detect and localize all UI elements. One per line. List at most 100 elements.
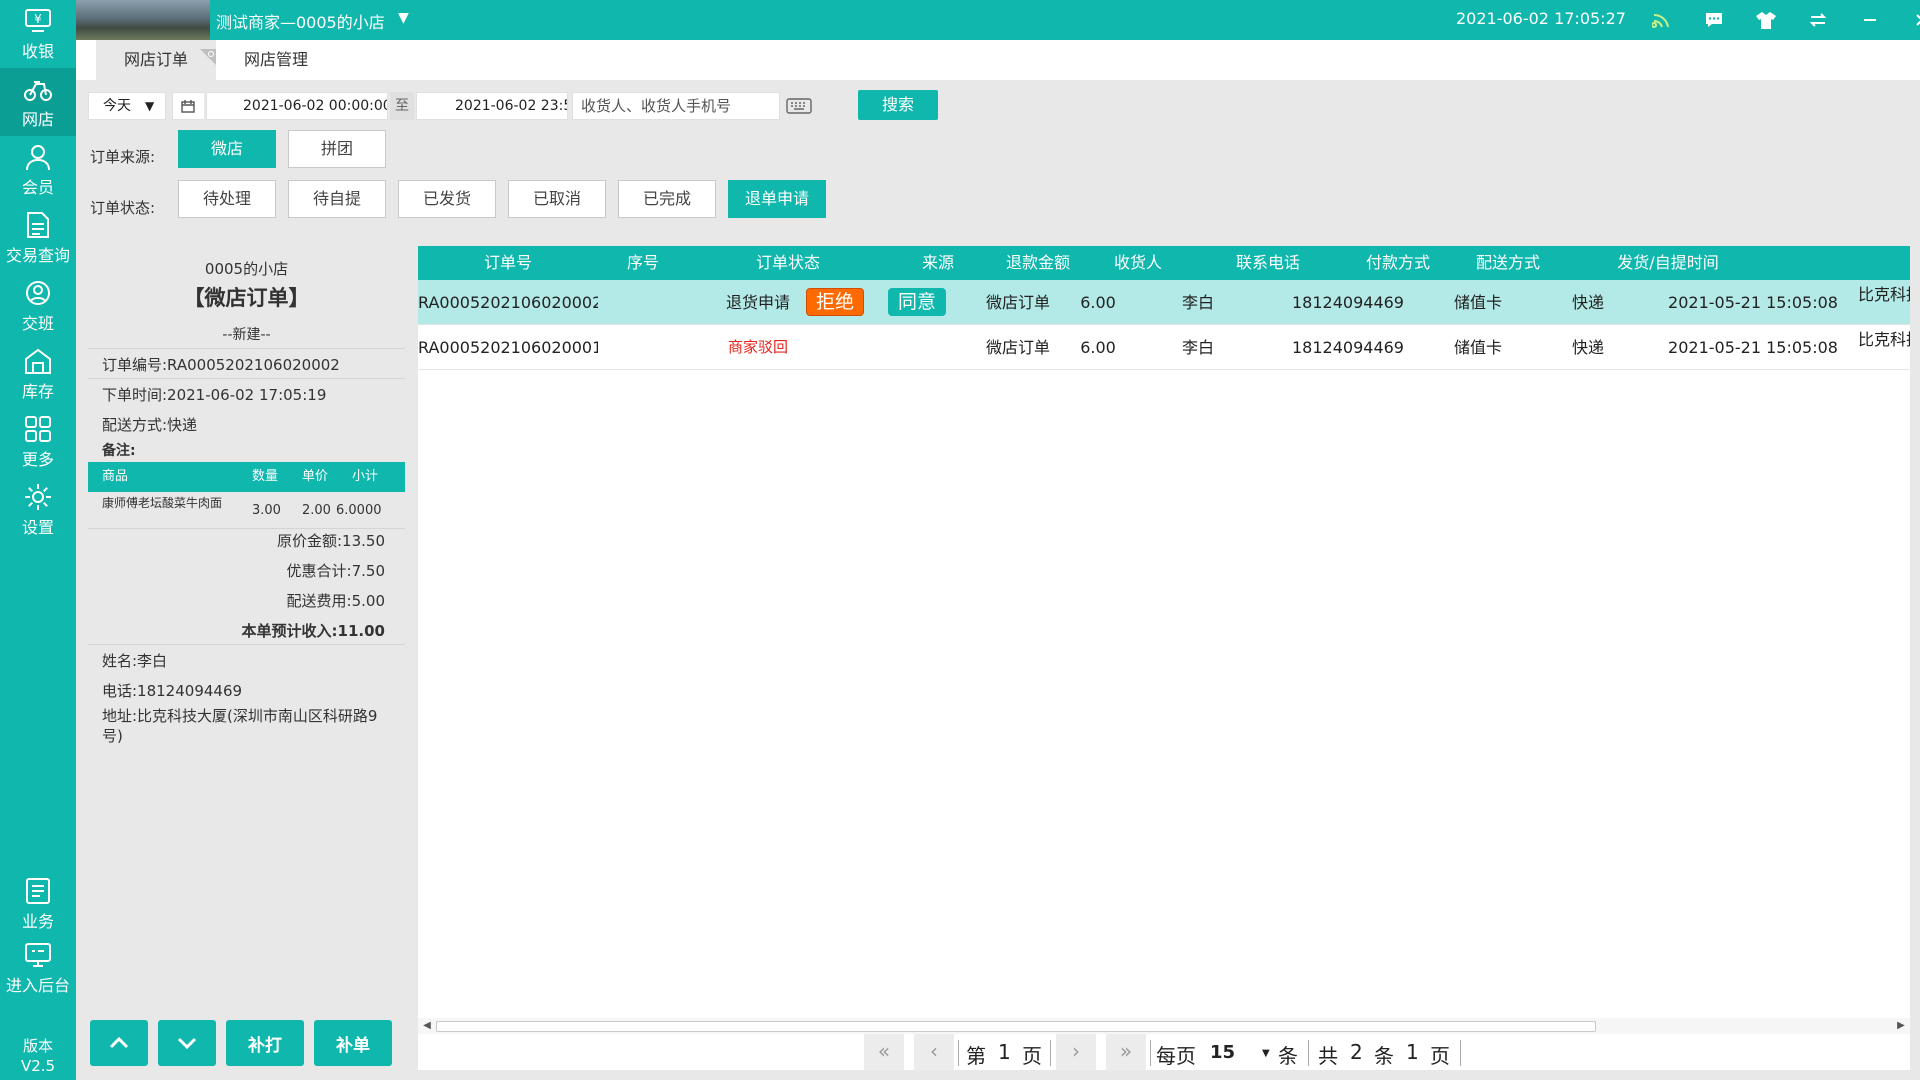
rail-item-member[interactable]: 会员	[0, 136, 76, 204]
rail-item-settings[interactable]: 设置	[0, 476, 76, 544]
reject-button[interactable]: 拒绝	[806, 288, 864, 316]
scroll-left-icon[interactable]: ◀	[420, 1018, 434, 1034]
table-row[interactable]: RA0005202106020001 商家驳回 微店订单 6.00 李白 181…	[418, 325, 1910, 370]
expected-income: 本单预计收入:11.00	[241, 622, 385, 640]
status-chip-completed[interactable]: 已完成	[618, 180, 716, 218]
divider	[88, 378, 405, 379]
divider	[1308, 1040, 1309, 1066]
shop-banner-thumbnail	[76, 0, 210, 40]
message-icon[interactable]	[1688, 0, 1740, 40]
scroll-right-icon[interactable]: ▶	[1894, 1018, 1908, 1034]
version-number: V2.5	[20, 1057, 56, 1075]
col-seq: 序号	[626, 253, 659, 272]
tab-bar: 网店订单 网店管理	[76, 40, 1920, 80]
goods-name: 康师傅老坛酸菜牛肉面	[102, 496, 223, 510]
receiver-address: 地址:比克科技大厦(深圳市南山区科研路9号)	[102, 707, 378, 745]
agree-button[interactable]: 同意	[888, 288, 946, 316]
chevron-down-icon[interactable]: ▼	[1262, 1048, 1270, 1059]
source-chip-group-buy[interactable]: 拼团	[288, 130, 386, 168]
per-page-select[interactable]: 15	[1210, 1042, 1235, 1063]
network-signal-icon[interactable]	[1636, 0, 1688, 40]
divider	[1460, 1040, 1461, 1066]
inventory-icon	[22, 346, 54, 376]
scroll-up-button[interactable]	[90, 1020, 148, 1066]
tab-online-orders[interactable]: 网店订单	[96, 40, 216, 80]
close-icon[interactable]	[1896, 0, 1920, 40]
goods-row: 康师傅老坛酸菜牛肉面 3.00 2.00 6.0000	[88, 492, 405, 528]
rail-item-inventory[interactable]: 库存	[0, 340, 76, 408]
current-page[interactable]: 1	[998, 1040, 1011, 1064]
rail-item-cashier[interactable]: ¥ 收银	[0, 0, 76, 68]
rail-item-online-store[interactable]: 网店	[0, 68, 76, 136]
next-page-button[interactable]: ›	[1056, 1034, 1096, 1070]
period-value: 今天	[103, 98, 131, 114]
rail-item-shift[interactable]: 交班	[0, 272, 76, 340]
status-chip-pending[interactable]: 待处理	[178, 180, 276, 218]
cell-receiver: 李白	[1181, 293, 1214, 312]
goods-subtotal: 6.0000	[336, 503, 382, 518]
member-icon	[22, 142, 54, 172]
shop-switch-caret-icon[interactable]: ▼	[398, 10, 409, 26]
start-date-value: 2021-06-02 00:00:00	[243, 98, 388, 114]
start-date-input[interactable]: 2021-06-02 00:00:00	[206, 92, 388, 120]
order-table: 订单号 序号 订单状态 来源 退款金额 收货人 联系电话 付款方式 配送方式 发…	[418, 246, 1910, 1070]
rail-label: 更多	[21, 450, 54, 469]
goods-col-qty: 数量	[252, 469, 279, 484]
divider	[88, 348, 405, 349]
source-chip-weidian[interactable]: 微店	[178, 130, 276, 168]
scrollbar-thumb[interactable]	[436, 1021, 1596, 1032]
per-page-label: 每页	[1156, 1044, 1196, 1068]
delivery-fee: 配送费用:5.00	[286, 592, 385, 610]
reprint-button[interactable]: 补打	[226, 1020, 304, 1066]
table-row[interactable]: RA0005202106020002 退货申请 拒绝 同意 微店订单 6.00 …	[418, 280, 1910, 325]
skin-shirt-icon[interactable]	[1740, 0, 1792, 40]
detail-order-no: 订单编号:RA0005202106020002	[102, 356, 340, 374]
divider	[88, 644, 405, 645]
rail-label: 网店	[21, 110, 54, 129]
tab-online-store-management[interactable]: 网店管理	[216, 40, 336, 80]
version-info: 版本 V2.5	[0, 1036, 76, 1076]
first-page-button[interactable]: «	[864, 1034, 904, 1070]
last-page-button[interactable]: »	[1106, 1034, 1146, 1070]
transaction-icon	[22, 210, 54, 240]
per-page-unit: 条	[1278, 1044, 1298, 1068]
status-chip-awaiting-pickup[interactable]: 待自提	[288, 180, 386, 218]
resupply-button[interactable]: 补单	[314, 1020, 392, 1066]
scroll-down-button[interactable]	[158, 1020, 216, 1066]
cell-time: 2021-05-21 15:05:08	[1668, 293, 1838, 312]
col-receiver: 收货人	[1113, 253, 1162, 272]
rail-item-transactions[interactable]: 交易查询	[0, 204, 76, 272]
col-source: 来源	[921, 253, 954, 272]
total-count: 2	[1350, 1040, 1363, 1064]
prev-page-button[interactable]: ‹	[914, 1034, 954, 1070]
detail-status: --新建--	[222, 327, 271, 343]
period-select[interactable]: 今天 ▼	[88, 92, 166, 120]
rail-label: 设置	[21, 518, 54, 537]
status-chip-refund-request[interactable]: 退单申请	[728, 180, 826, 218]
horizontal-scrollbar[interactable]: ◀ ▶	[418, 1018, 1910, 1034]
clock: 2021-06-02 17:05:27	[1456, 9, 1626, 28]
settings-icon	[22, 482, 54, 512]
end-date-input[interactable]: 2021-06-02 23:59	[416, 92, 568, 120]
rail-item-business[interactable]: 业务	[0, 870, 76, 938]
cell-time: 2021-05-21 15:05:08	[1668, 338, 1838, 357]
sync-icon[interactable]	[1792, 0, 1844, 40]
tab-corner-icon	[200, 40, 216, 65]
keyword-input[interactable]: 收货人、收货人手机号	[572, 92, 780, 120]
to-label: 至	[395, 98, 409, 114]
cell-status: 退货申请	[725, 293, 790, 312]
divider	[958, 1040, 959, 1066]
rail-label: 业务	[21, 912, 54, 931]
rail-item-more[interactable]: 更多	[0, 408, 76, 476]
minimize-icon[interactable]	[1844, 0, 1896, 40]
status-chip-shipped[interactable]: 已发货	[398, 180, 496, 218]
rail-item-backend[interactable]: 进入后台	[0, 934, 76, 1002]
rail-label: 交易查询	[5, 246, 70, 265]
search-button[interactable]: 搜索	[858, 90, 938, 120]
shift-icon	[22, 278, 54, 308]
shop-title[interactable]: 测试商家—0005的小店	[216, 9, 385, 33]
status-chip-cancelled[interactable]: 已取消	[508, 180, 606, 218]
keyboard-icon[interactable]	[786, 98, 812, 118]
calendar-icon[interactable]	[172, 92, 204, 120]
cell-address: 比克科技	[1858, 285, 1910, 304]
